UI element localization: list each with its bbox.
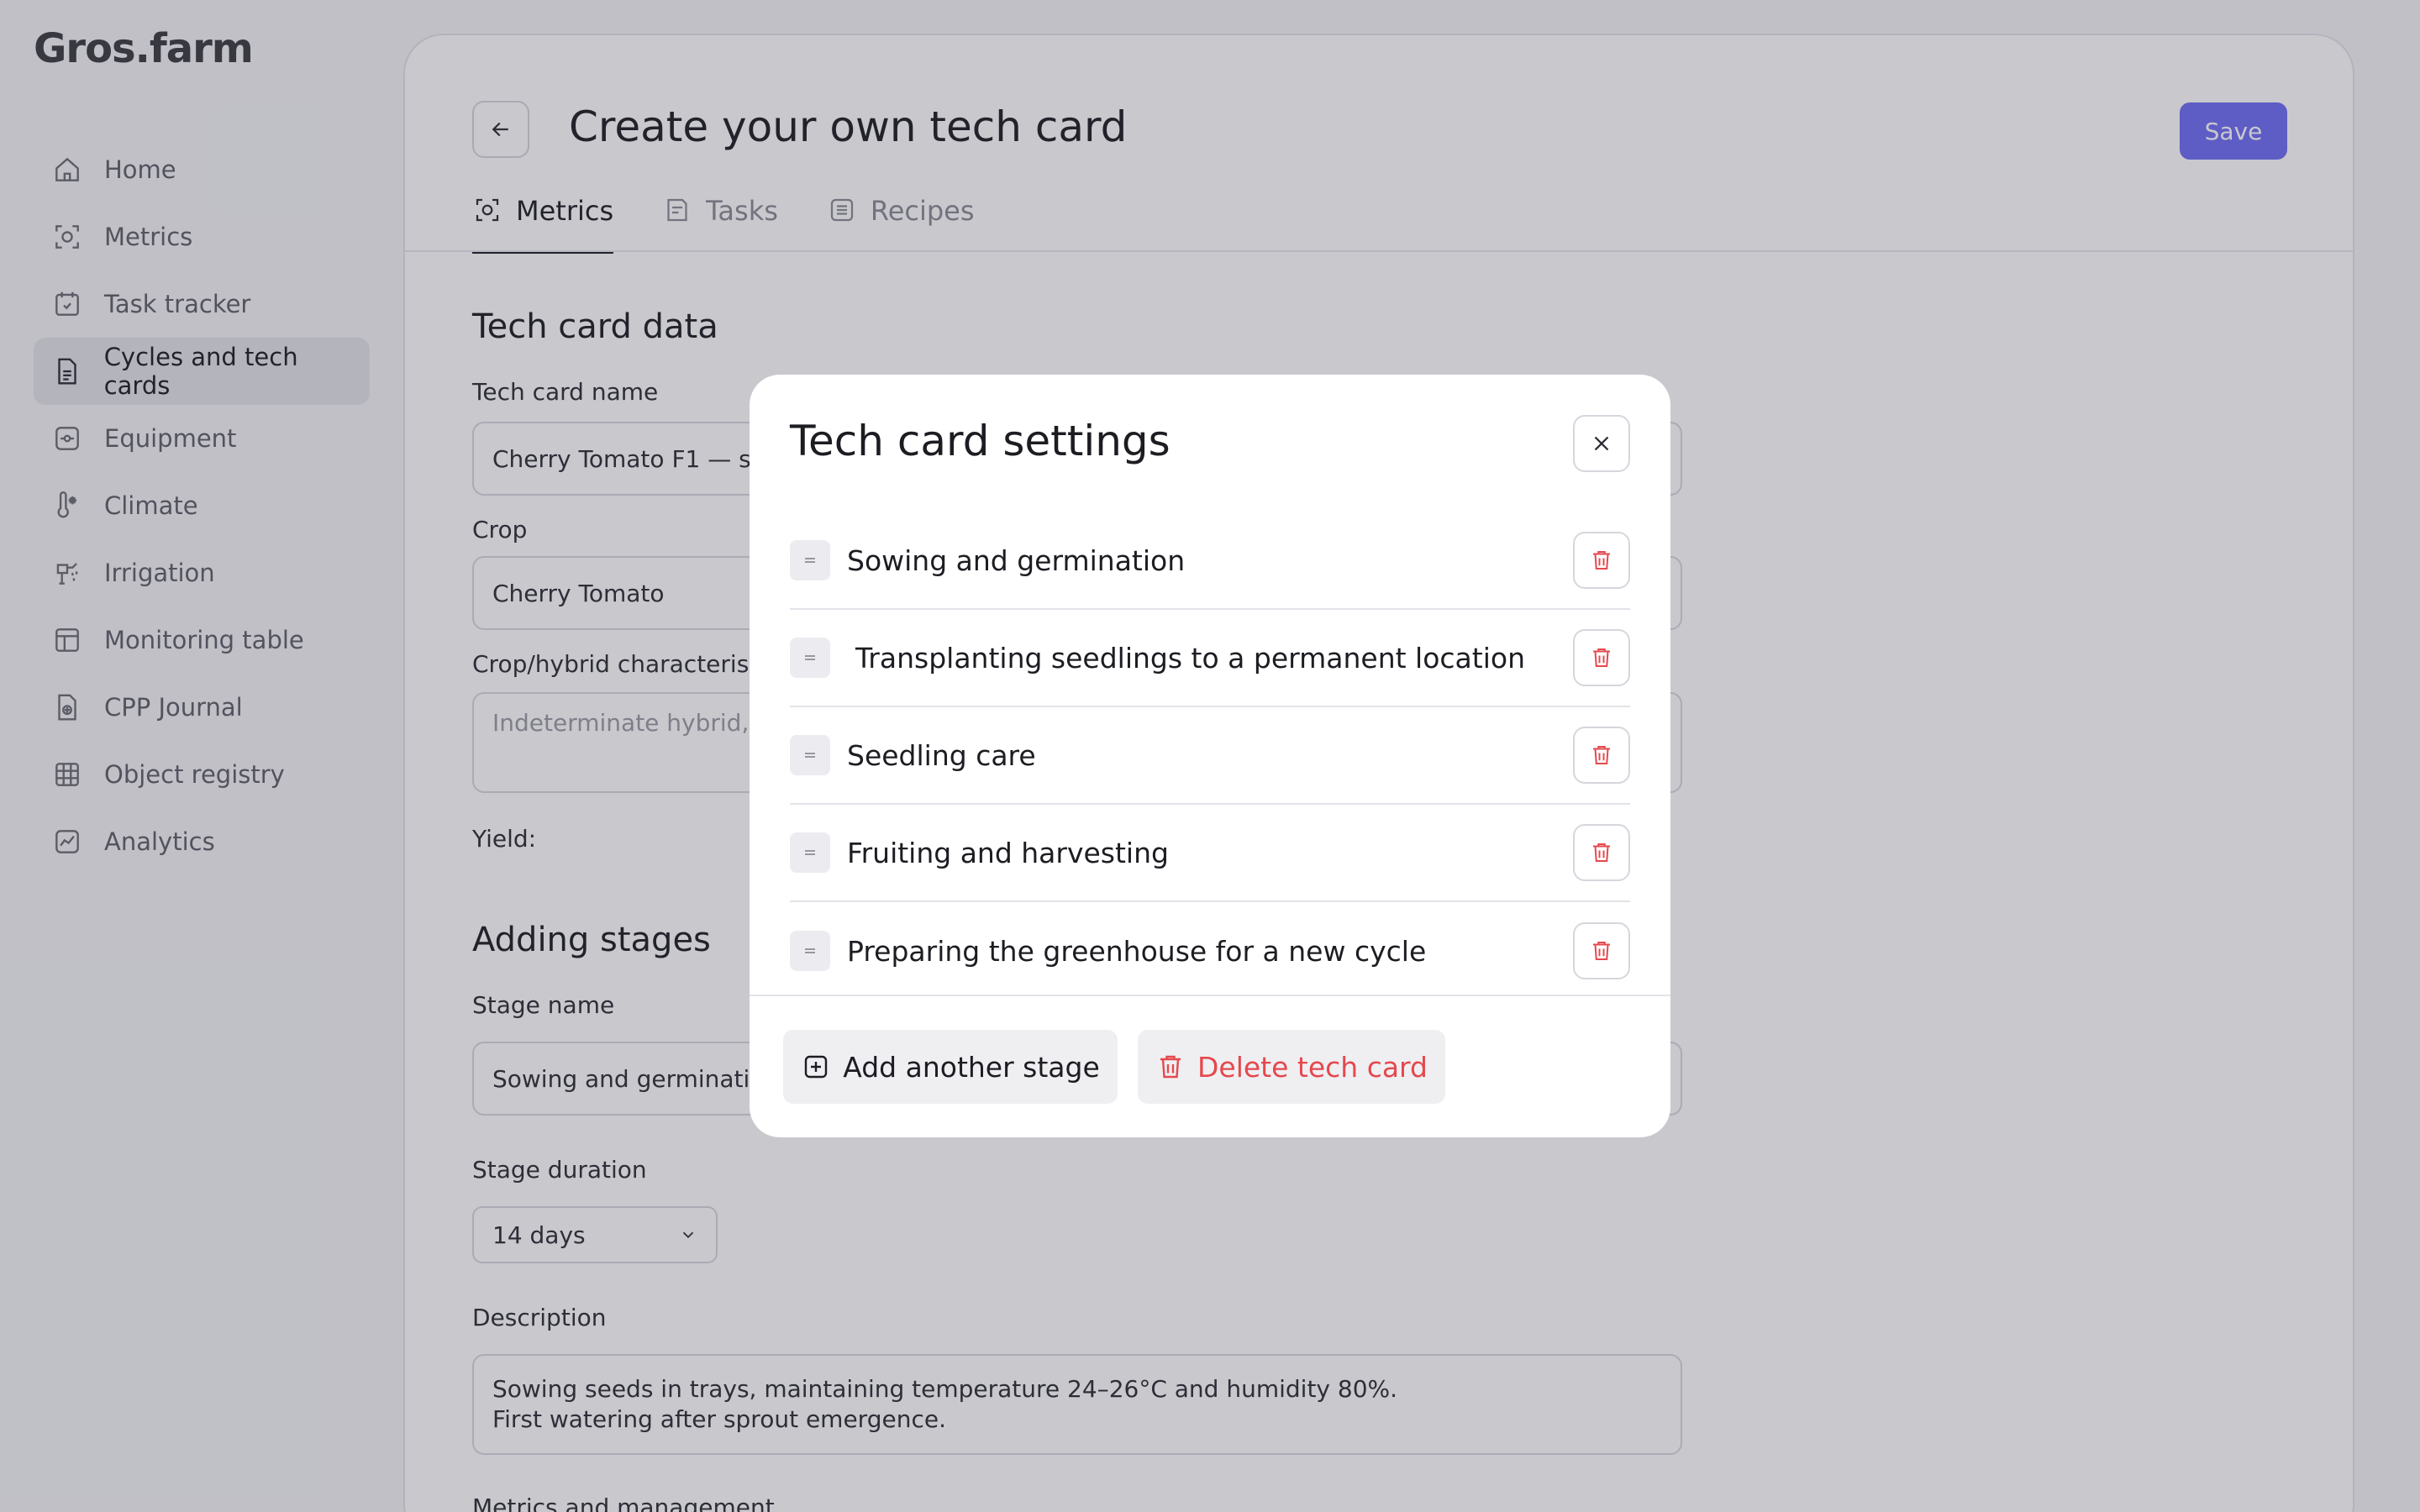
delete-stage-button[interactable] <box>1573 532 1630 589</box>
trash-icon <box>1593 551 1610 570</box>
delete-tech-card-button[interactable]: Delete tech card <box>1138 1030 1445 1104</box>
stage-row: Preparing the greenhouse for a new cycle <box>790 902 1630 1000</box>
drag-handle-icon[interactable] <box>790 832 830 873</box>
delete-stage-button[interactable] <box>1573 922 1630 979</box>
stage-label: Sowing and germination <box>847 543 1186 577</box>
add-stage-label: Add another stage <box>843 1050 1100 1084</box>
close-button[interactable] <box>1573 415 1630 472</box>
drag-handle-icon[interactable] <box>790 540 830 580</box>
delete-stage-button[interactable] <box>1573 824 1630 881</box>
stage-row: Seedling care <box>790 707 1630 805</box>
drag-handle-icon[interactable] <box>790 735 830 775</box>
stage-label: Fruiting and harvesting <box>847 836 1169 869</box>
plus-square-icon <box>805 1055 828 1079</box>
drag-handle-icon[interactable] <box>790 931 830 971</box>
add-another-stage-button[interactable]: Add another stage <box>783 1030 1118 1104</box>
trash-icon <box>1160 1055 1181 1079</box>
trash-icon <box>1593 746 1610 764</box>
stage-label: Transplanting seedlings to a permanent l… <box>855 641 1525 675</box>
modal-title: Tech card settings <box>790 417 1171 465</box>
tech-card-settings-modal: Tech card settings Sowing and germinatio… <box>750 375 1670 1137</box>
stage-row: Fruiting and harvesting <box>790 805 1630 902</box>
drag-handle-icon[interactable] <box>790 638 830 678</box>
trash-icon <box>1593 942 1610 960</box>
delete-stage-button[interactable] <box>1573 629 1630 686</box>
stage-label: Preparing the greenhouse for a new cycle <box>847 934 1427 968</box>
stage-label: Seedling care <box>847 738 1036 772</box>
delete-stage-button[interactable] <box>1573 727 1630 784</box>
close-icon <box>1594 436 1609 451</box>
modal-footer: Add another stage Delete tech card <box>750 995 1670 1137</box>
trash-icon <box>1593 843 1610 862</box>
trash-icon <box>1593 648 1610 667</box>
stage-row: Transplanting seedlings to a permanent l… <box>790 610 1630 707</box>
stage-row: Sowing and germination <box>790 512 1630 610</box>
delete-tech-card-label: Delete tech card <box>1197 1050 1428 1084</box>
